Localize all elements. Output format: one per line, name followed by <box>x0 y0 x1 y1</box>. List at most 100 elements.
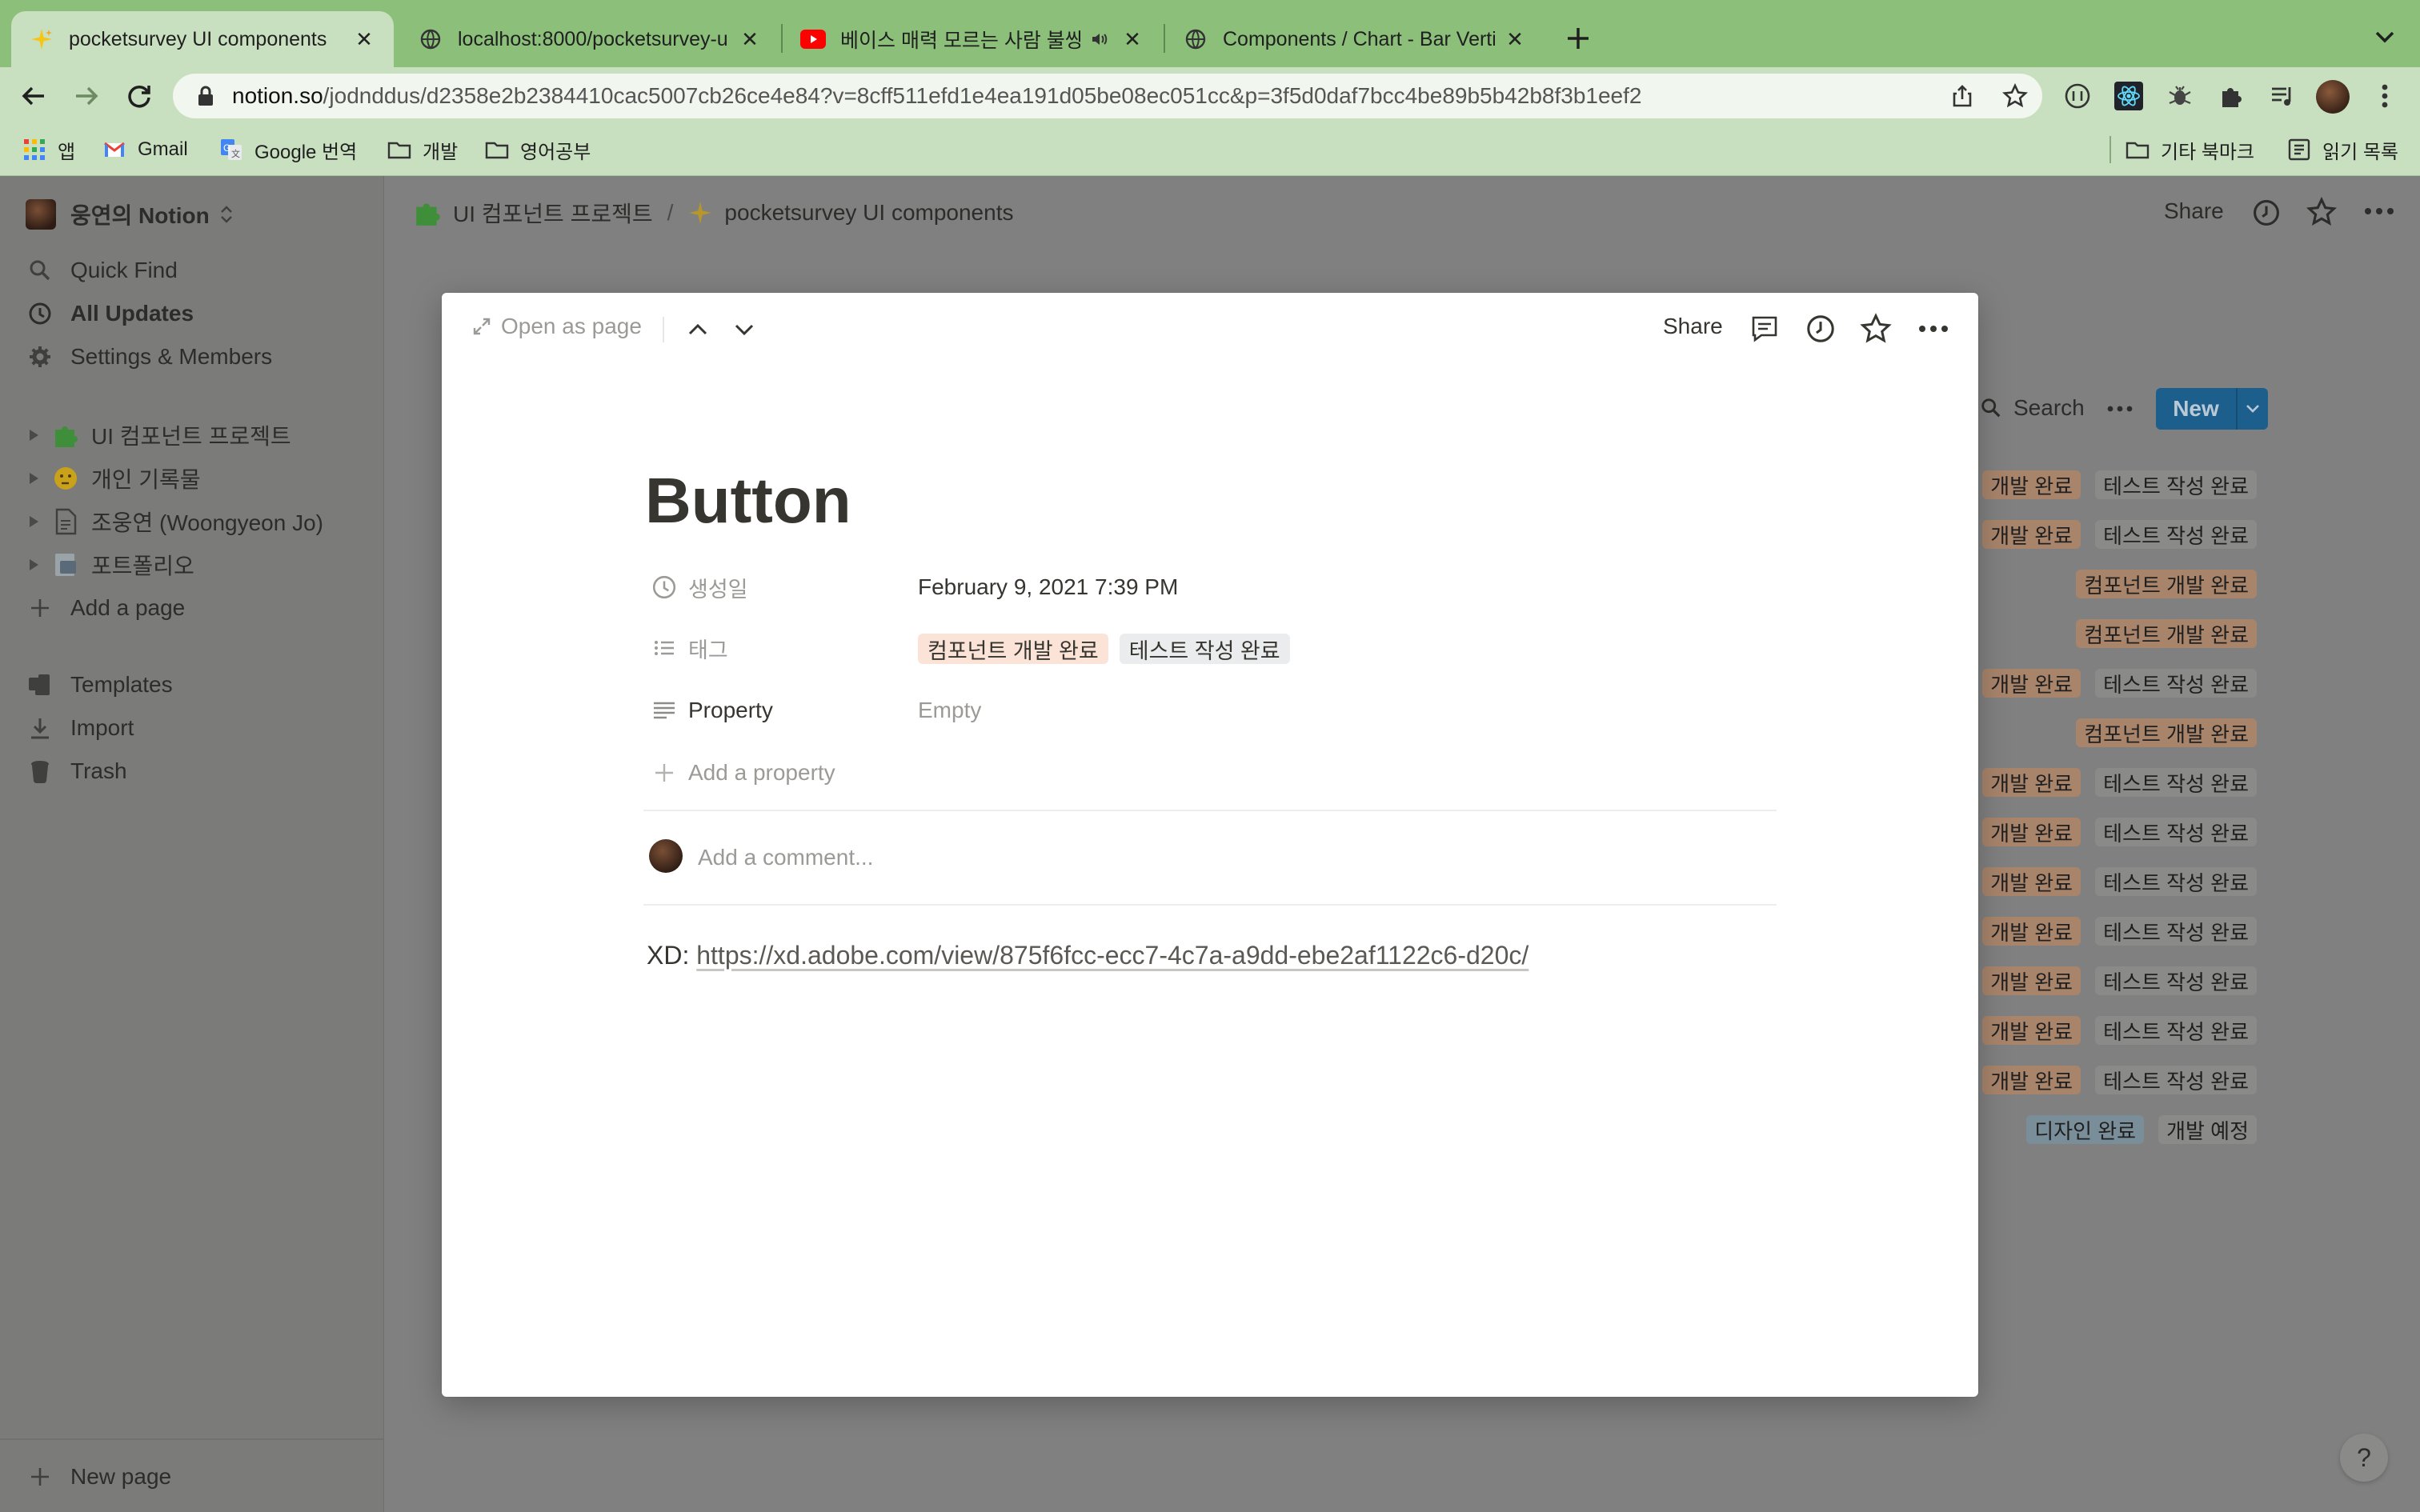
page-history-clock-icon[interactable] <box>1805 314 1836 344</box>
tab-youtube[interactable]: 베이스 매력 모르는 사람 불쌍해 ✕ <box>783 11 1162 67</box>
property-text-name[interactable]: Property <box>651 694 773 726</box>
workspace-switcher[interactable]: 웅연의 Notion <box>26 194 234 235</box>
database-row[interactable]: 개발 완료 테스트 작성 완료 <box>1982 766 2257 798</box>
page-title[interactable]: Button <box>645 464 851 538</box>
database-more-icon[interactable] <box>2106 403 2134 414</box>
modal-share-button[interactable]: Share <box>1663 314 1723 339</box>
sidebar-trash[interactable]: Trash <box>26 750 127 792</box>
new-tab-plus-icon[interactable] <box>1561 21 1596 56</box>
add-property-button[interactable]: Add a property <box>653 757 835 789</box>
expand-triangle-icon[interactable] <box>27 471 40 486</box>
profile-avatar[interactable] <box>2316 80 2350 114</box>
tag-chip: 개발 완료 <box>1982 917 2081 946</box>
sidebar-all-updates[interactable]: All Updates <box>26 293 194 334</box>
database-row[interactable]: 컴포넌트 개발 완료 <box>2076 568 2257 600</box>
tag-chip: 테스트 작성 완료 <box>2095 669 2257 698</box>
back-arrow-icon[interactable] <box>16 78 51 114</box>
bookmark-gmail[interactable]: Gmail <box>102 133 188 166</box>
sidebar-import[interactable]: Import <box>26 707 134 749</box>
updates-clock-icon[interactable] <box>2252 198 2281 227</box>
help-button[interactable]: ? <box>2340 1434 2388 1482</box>
breadcrumb-item[interactable]: UI 컴포넌트 프로젝트 <box>453 197 653 229</box>
database-search[interactable]: Search <box>1980 395 2085 421</box>
chevron-down-icon[interactable] <box>2238 404 2268 414</box>
bookmark-google-translate[interactable]: G文 Google 번역 <box>219 133 357 166</box>
sidebar-templates[interactable]: Templates <box>26 664 173 706</box>
bookmark-label: 앱 <box>58 141 76 163</box>
bookmark-folder-english[interactable]: 영어공부 <box>485 133 591 166</box>
database-row[interactable]: 개발 완료 테스트 작성 완료 <box>1982 1064 2257 1096</box>
tab-localhost[interactable]: localhost:8000/pocketsurvey-u ✕ <box>400 11 779 67</box>
bug-extension-icon[interactable] <box>2162 78 2198 114</box>
topbar-share-button[interactable]: Share <box>2164 198 2224 224</box>
bookmark-folder-dev[interactable]: 개발 <box>387 133 458 166</box>
sidebar-add-page[interactable]: Add a page <box>26 587 185 629</box>
comments-icon[interactable] <box>1749 314 1780 344</box>
browser-menu-kebab-icon[interactable] <box>2367 78 2402 114</box>
sidebar-settings-members[interactable]: Settings & Members <box>26 336 272 378</box>
database-row[interactable]: 개발 완료 테스트 작성 완료 <box>1982 1014 2257 1046</box>
sidebar-new-page-button[interactable]: New page <box>26 1456 171 1498</box>
more-options-icon[interactable] <box>1917 321 1949 337</box>
reload-icon[interactable] <box>122 78 157 114</box>
sidebar-page-portfolio[interactable]: 포트폴리오 <box>27 544 194 586</box>
more-options-icon[interactable] <box>2364 203 2394 219</box>
speaker-icon[interactable] <box>1087 26 1112 52</box>
database-row[interactable]: 개발 완료 테스트 작성 완료 <box>1982 469 2257 501</box>
plus-icon <box>26 1462 54 1491</box>
tab-search-chevron-down-icon[interactable] <box>2369 21 2401 53</box>
previous-page-chevron-up-icon[interactable] <box>683 315 712 344</box>
extension-outline-icon[interactable] <box>2060 78 2095 114</box>
database-row[interactable]: 개발 완료 테스트 작성 완료 <box>1982 667 2257 699</box>
bookmark-other-bookmarks[interactable]: 기타 북마크 <box>2126 133 2254 166</box>
expand-triangle-icon[interactable] <box>27 558 40 572</box>
favorite-star-icon[interactable] <box>2306 197 2337 227</box>
forward-arrow-icon[interactable] <box>69 78 104 114</box>
database-row[interactable]: 개발 완료 테스트 작성 완료 <box>1982 518 2257 550</box>
expand-triangle-icon[interactable] <box>27 428 40 442</box>
database-row[interactable]: 컴포넌트 개발 완료 <box>2076 618 2257 650</box>
database-row[interactable]: 컴포넌트 개발 완료 <box>2076 717 2257 749</box>
react-devtools-icon[interactable] <box>2111 78 2146 114</box>
sidebar-page-profile[interactable]: 조웅연 (Woongyeon Jo) <box>27 501 323 542</box>
property-text-value[interactable]: Empty <box>918 694 981 726</box>
extensions-puzzle-icon[interactable] <box>2214 78 2249 114</box>
lock-icon[interactable] <box>197 85 214 107</box>
expand-triangle-icon[interactable] <box>27 514 40 529</box>
bookmark-reading-list[interactable]: 읽기 목록 <box>2287 133 2398 166</box>
bookmark-star-icon[interactable] <box>1997 78 2033 114</box>
folder-icon <box>485 142 509 159</box>
property-created-name[interactable]: 생성일 <box>651 571 748 603</box>
sidebar-page-personal[interactable]: 개인 기록물 <box>27 458 201 499</box>
close-tab-icon[interactable]: ✕ <box>352 27 376 51</box>
tab-pocketsurvey[interactable]: pocketsurvey UI components ✕ <box>11 11 394 67</box>
media-control-icon[interactable] <box>2265 78 2300 114</box>
sidebar-quick-find[interactable]: Quick Find <box>26 250 178 291</box>
property-tags-name[interactable]: 태그 <box>651 632 728 664</box>
tag-chip: 컴포넌트 개발 완료 <box>918 634 1108 664</box>
tag-chip: 개발 예정 <box>2158 1115 2257 1144</box>
close-tab-icon[interactable]: ✕ <box>1120 27 1144 51</box>
database-row[interactable]: 개발 완료 테스트 작성 완료 <box>1982 816 2257 848</box>
share-page-icon[interactable] <box>1945 78 1980 114</box>
database-row[interactable]: 디자인 완료 개발 예정 <box>2026 1114 2257 1146</box>
add-comment-input[interactable]: Add a comment... <box>698 842 1770 874</box>
database-row[interactable]: 개발 완료 테스트 작성 완료 <box>1982 965 2257 997</box>
xd-link[interactable]: https://xd.adobe.com/view/875f6fcc-ecc7-… <box>696 941 1529 970</box>
sparkles-icon <box>29 26 54 52</box>
database-row[interactable]: 개발 완료 테스트 작성 완료 <box>1982 866 2257 898</box>
property-tags-value[interactable]: 컴포넌트 개발 완료 테스트 작성 완료 <box>918 633 1290 665</box>
database-new-button[interactable]: New <box>2156 388 2268 430</box>
favorite-star-icon[interactable] <box>1860 313 1892 345</box>
database-row[interactable]: 개발 완료 테스트 작성 완료 <box>1982 915 2257 947</box>
close-tab-icon[interactable]: ✕ <box>1503 27 1527 51</box>
bookmarks-divider <box>2109 136 2111 163</box>
address-bar[interactable]: notion.so/jodnddus/d2358e2b2384410cac500… <box>173 74 2042 118</box>
tab-storybook[interactable]: Components / Chart - Bar Verti ✕ <box>1165 11 1545 67</box>
next-page-chevron-down-icon[interactable] <box>730 315 759 344</box>
open-as-page-button[interactable]: Open as page <box>472 314 642 339</box>
close-tab-icon[interactable]: ✕ <box>738 27 762 51</box>
sidebar-page-ui-project[interactable]: UI 컴포넌트 프로젝트 <box>27 414 291 456</box>
bookmark-apps[interactable]: 앱 <box>22 133 75 166</box>
breadcrumb-item[interactable]: pocketsurvey UI components <box>724 200 1013 226</box>
